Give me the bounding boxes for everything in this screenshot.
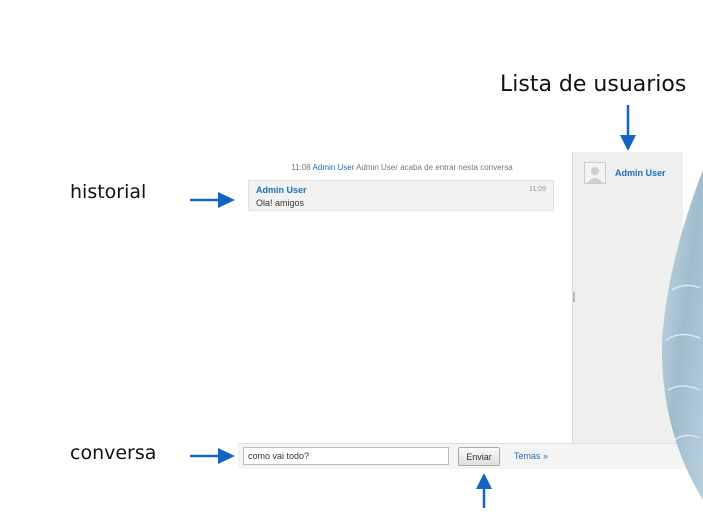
message-author[interactable]: Admin User (256, 185, 307, 195)
annotation-history-label: historial (70, 181, 147, 203)
system-message-user[interactable]: Admin User (313, 163, 355, 172)
chat-message: Admin User 11:09 Ola! amigos (248, 180, 554, 211)
system-message: 11:08 Admin User Admin User acaba de ent… (244, 163, 560, 172)
annotation-conversation-label: conversa (70, 442, 157, 464)
down-arrow-icon (620, 105, 636, 151)
themes-link[interactable]: Temas » (514, 451, 548, 461)
up-arrow-icon (476, 473, 492, 508)
water-decoration (661, 170, 703, 500)
system-message-text: Admin User acaba de entrar nesta convers… (356, 163, 513, 172)
user-name[interactable]: Admin User (615, 168, 666, 178)
message-text: Ola! amigos (256, 198, 305, 208)
message-time: 11:09 (529, 186, 546, 193)
system-message-time: 11:08 (291, 163, 311, 172)
send-button[interactable]: Enviar (458, 447, 500, 466)
resize-handle[interactable] (573, 292, 575, 302)
message-input[interactable] (243, 447, 449, 465)
user-avatar-icon (584, 162, 606, 184)
right-arrow-icon-conversation (190, 448, 235, 464)
annotation-user-list-label: Lista de usuarios (500, 72, 687, 97)
right-arrow-icon-history (190, 192, 235, 208)
